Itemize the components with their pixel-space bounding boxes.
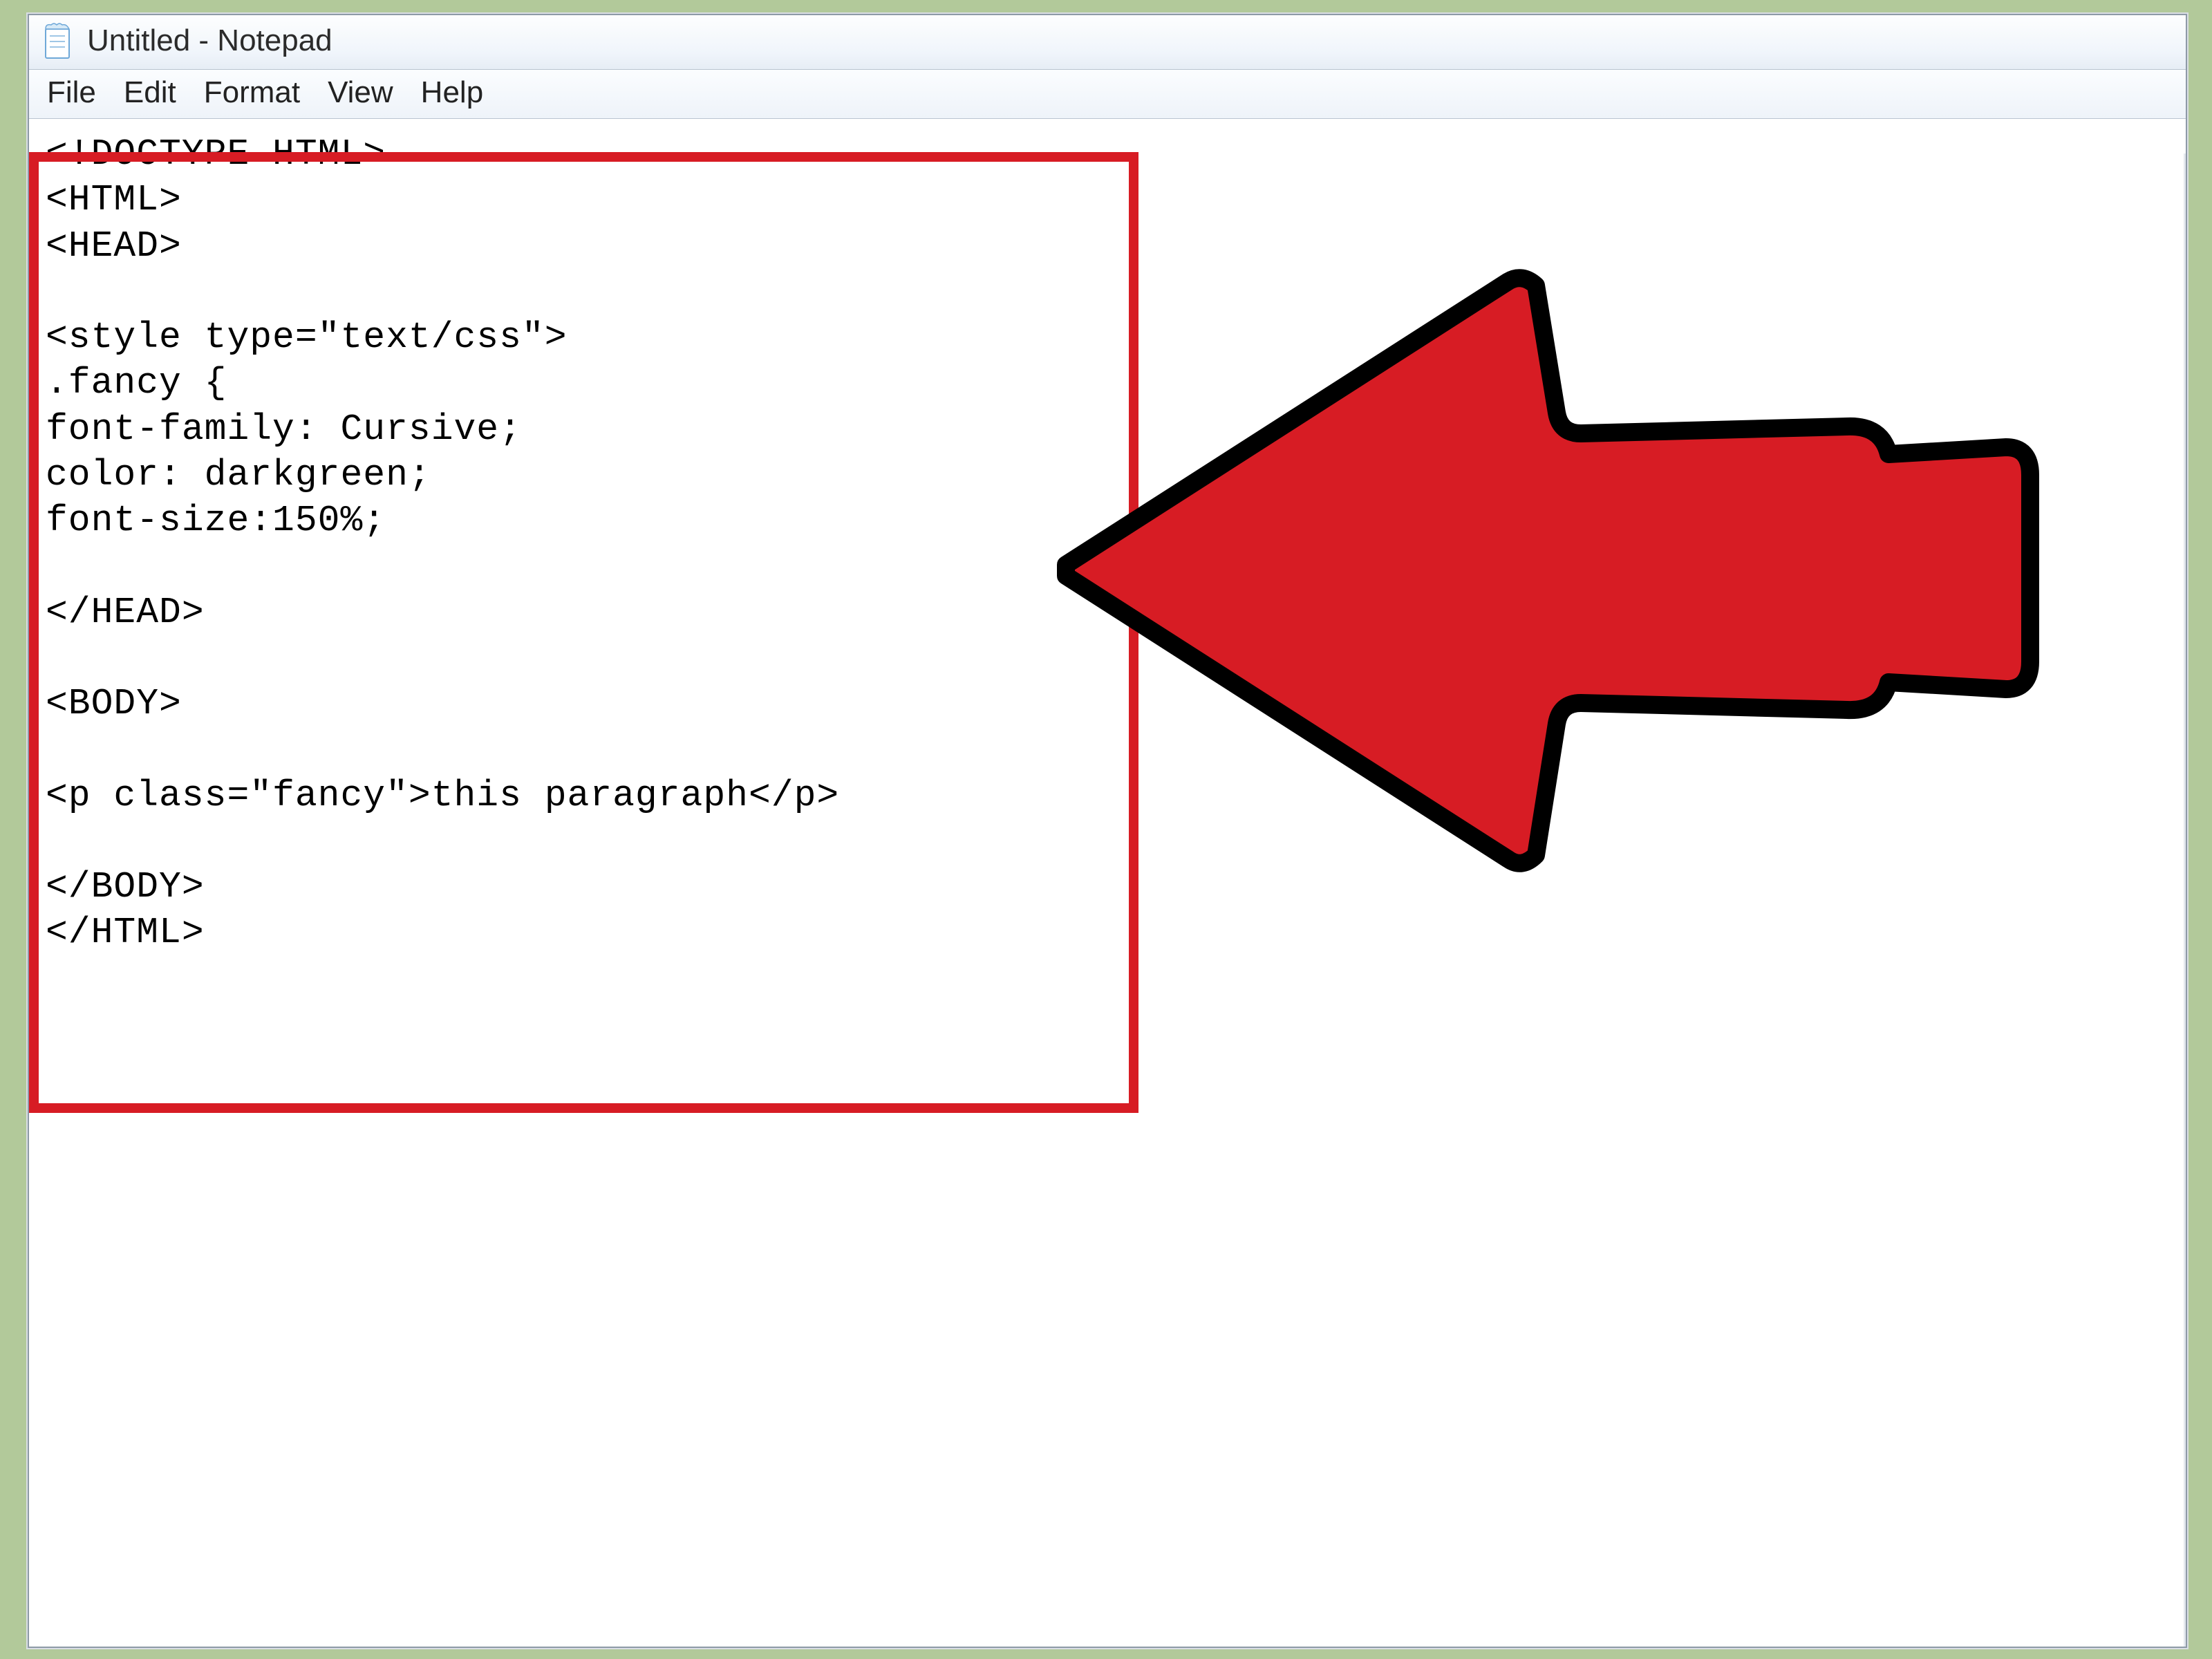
menu-help[interactable]: Help [421, 75, 484, 110]
menu-bar: File Edit Format View Help [29, 69, 2186, 119]
menu-format[interactable]: Format [204, 75, 300, 110]
window-title: Untitled - Notepad [87, 24, 332, 58]
notepad-icon [43, 22, 73, 59]
title-bar: Untitled - Notepad [29, 15, 2186, 69]
menu-edit[interactable]: Edit [124, 75, 176, 110]
editor-content[interactable]: <!DOCTYPE HTML> <HTML> <HEAD> <style typ… [46, 131, 2169, 956]
menu-view[interactable]: View [328, 75, 393, 110]
text-editor-area[interactable]: <!DOCTYPE HTML> <HTML> <HEAD> <style typ… [29, 119, 2186, 1648]
menu-file[interactable]: File [47, 75, 96, 110]
notepad-window: Untitled - Notepad File Edit Format View… [28, 14, 2187, 1648]
